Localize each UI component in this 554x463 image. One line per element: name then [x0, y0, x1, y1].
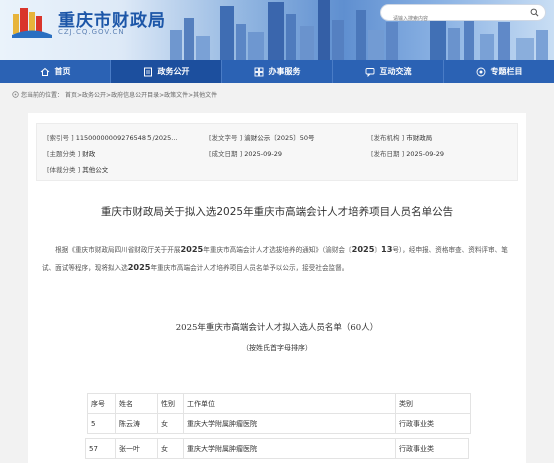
table-cell: 行政事业类 [395, 413, 471, 434]
home-icon [40, 67, 49, 76]
service-icon [254, 67, 263, 76]
nav-item-label: 办事服务 [268, 67, 301, 76]
column-header: 姓名 [115, 393, 158, 414]
nav-item-label: 首页 [54, 67, 71, 76]
table-cell: 5 [87, 413, 116, 434]
nav-item-label: 政务公开 [157, 67, 190, 76]
nav-item-label: 互动交流 [379, 67, 412, 76]
document-title: 重庆市财政局关于拟入选2025年重庆市高端会计人才培养项目人员名单公告 [100, 206, 454, 218]
nav-item-topics[interactable]: 专题栏目 [444, 60, 554, 83]
table-cell: 张一叶 [115, 438, 158, 459]
meta-index-no: [索引号 ] 11500000009276548５/2025... [47, 134, 178, 142]
table-cell: 重庆大学附属肿瘤医院 [183, 413, 396, 434]
table-cell: 行政事业类 [395, 438, 469, 459]
document-meta-table: [索引号 ] 11500000009276548５/2025... [发文字号 … [36, 123, 518, 181]
main-nav: 首页 政务公开 办事服务 互动交流 专题栏目 [0, 60, 554, 83]
site-logo[interactable] [10, 4, 54, 38]
candidates-table-continued: 57 张一叶 女 重庆大学附属肿瘤医院 行政事业类 [85, 438, 469, 459]
list-subtitle: （按姓氏首字母排序） [242, 344, 312, 352]
table-row: 57 张一叶 女 重庆大学附属肿瘤医院 行政事业类 [85, 438, 469, 459]
table-cell: 陈云涛 [115, 413, 158, 434]
table-cell: 女 [157, 438, 184, 459]
table-header-row: 序号 姓名 性别 工作单位 类别 [87, 393, 471, 414]
meta-written-date: [成文日期 ] 2025-09-29 [209, 150, 282, 158]
site-header: 重庆市财政局 CZJ.CQ.GOV.CN [0, 0, 554, 60]
chat-icon [365, 67, 374, 77]
meta-topic: [主题分类 ] 财政 [47, 150, 96, 158]
table-cell: 57 [85, 438, 116, 459]
topic-icon [476, 67, 485, 76]
nav-item-gov-affairs[interactable]: 政务公开 [111, 60, 222, 83]
breadcrumb: 您当前的位置： 首页>政务公开>政府信息公开目录>政策文件>其他文件 [12, 90, 217, 99]
location-icon [12, 91, 19, 98]
nav-item-label: 专题栏目 [490, 67, 523, 76]
meta-doc-no: [发文字号 ] 渝财公示〔2025〕50号 [209, 134, 315, 142]
nav-item-interaction[interactable]: 互动交流 [333, 60, 444, 83]
breadcrumb-prefix: 您当前的位置： [21, 92, 64, 99]
table-cell: 女 [157, 413, 184, 434]
meta-form: [体裁分类 ] 其他公文 [47, 166, 109, 174]
breadcrumb-path[interactable]: 首页>政务公开>政府信息公开目录>政策文件>其他文件 [65, 90, 217, 99]
candidates-table: 序号 姓名 性别 工作单位 类别 5 陈云涛 女 重庆大学附属肿瘤医院 行政事业… [87, 393, 471, 434]
nav-item-home[interactable]: 首页 [0, 60, 111, 83]
document-icon [143, 67, 152, 76]
article-content: [索引号 ] 11500000009276548５/2025... [发文字号 … [28, 113, 526, 463]
column-header: 序号 [87, 393, 116, 414]
meta-issuer: [发布机构 ] 市财政局 [371, 134, 433, 142]
column-header: 工作单位 [183, 393, 396, 414]
search-box [380, 4, 546, 27]
table-cell: 重庆大学附属肿瘤医院 [183, 438, 396, 459]
search-input[interactable] [381, 11, 521, 27]
body-paragraph: 根据《重庆市财政局四川省财政厅关于开展2025年重庆市高端会计人才选拔培养的通知… [42, 244, 508, 272]
nav-item-services[interactable]: 办事服务 [222, 60, 333, 83]
column-header: 性别 [157, 393, 184, 414]
meta-publish-date: [发布日期 ] 2025-09-29 [371, 150, 444, 158]
table-row: 5 陈云涛 女 重庆大学附属肿瘤医院 行政事业类 [87, 413, 471, 434]
search-icon[interactable] [530, 8, 539, 17]
column-header: 类别 [395, 393, 471, 414]
site-domain: CZJ.CQ.GOV.CN [58, 28, 125, 36]
list-title: 2025年重庆市高端会计人才拟入选人员名单（60人） [175, 323, 379, 333]
